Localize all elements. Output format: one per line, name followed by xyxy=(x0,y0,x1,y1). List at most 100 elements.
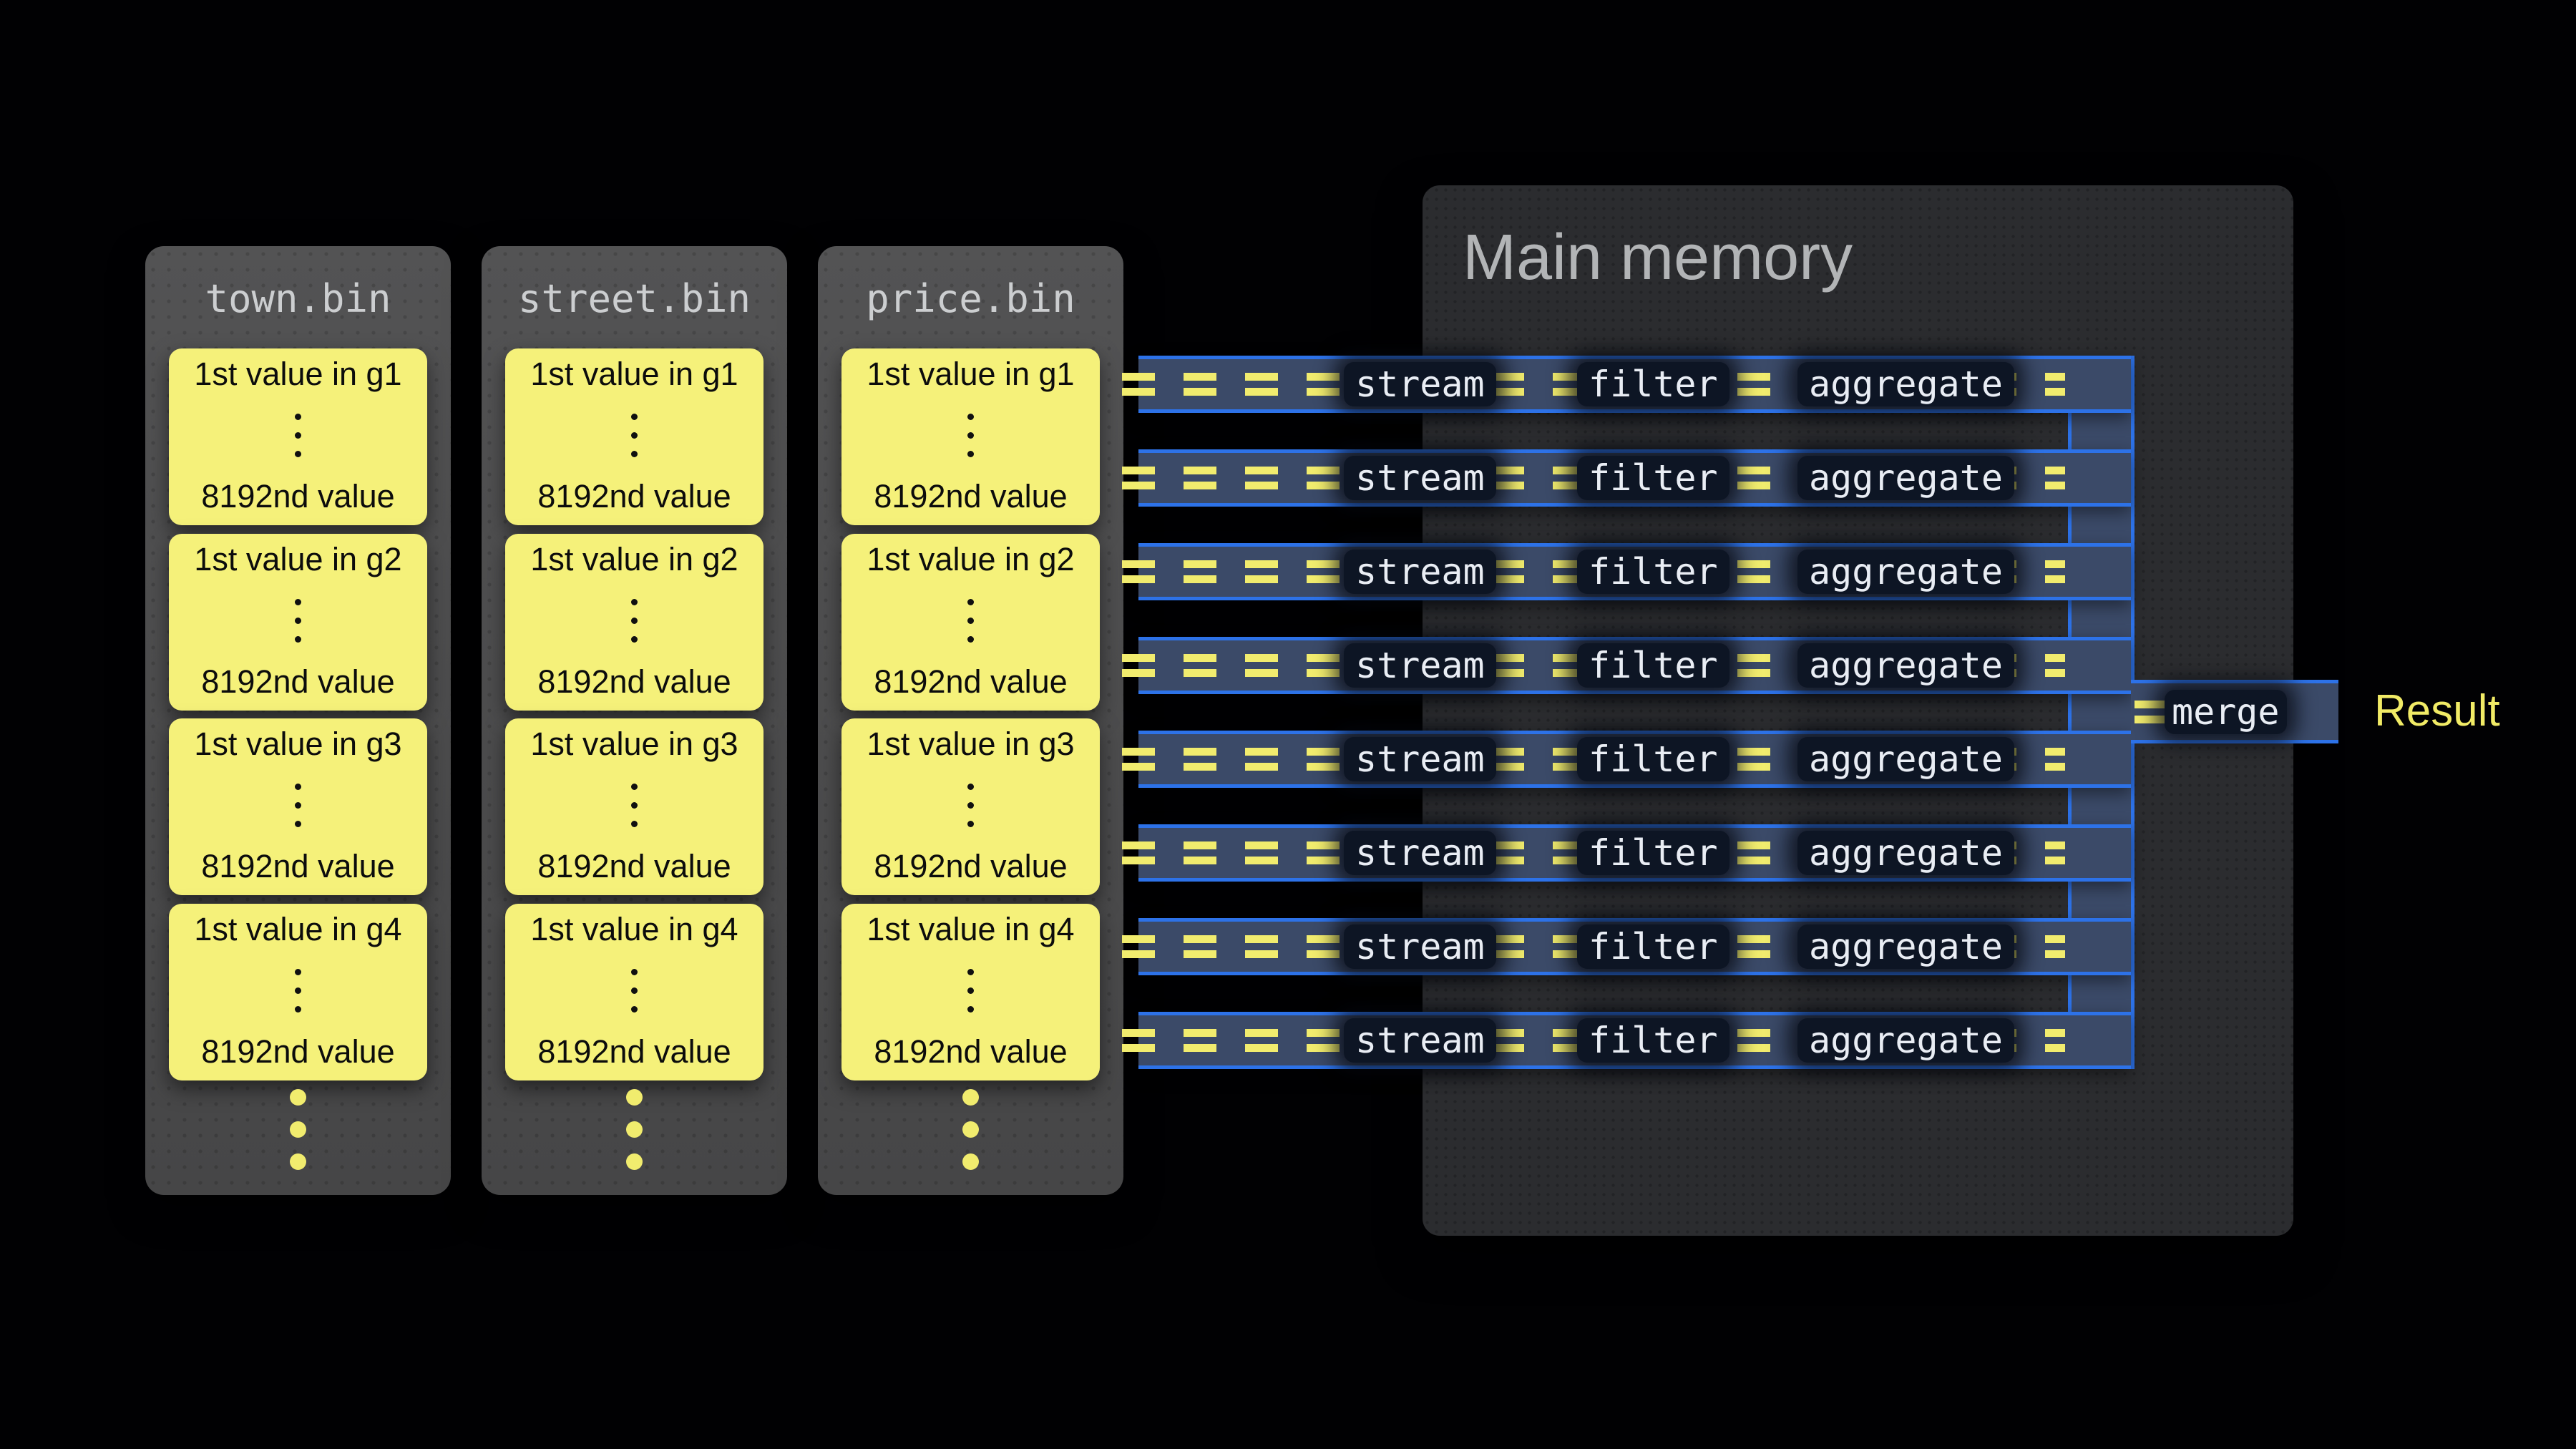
filter-chip: filter xyxy=(1577,924,1729,969)
pipeline-row: stream filter aggregate xyxy=(1138,543,2131,600)
value-block-last-label: 8192nd value xyxy=(201,848,394,885)
filter-chip: filter xyxy=(1577,456,1729,500)
value-block-ellipsis-icon xyxy=(295,599,301,643)
value-block-first-label: 1st value in g1 xyxy=(530,356,738,393)
value-block-last-label: 8192nd value xyxy=(874,663,1067,701)
filter-chip: filter xyxy=(1577,831,1729,875)
value-block-last-label: 8192nd value xyxy=(874,478,1067,515)
value-block-first-label: 1st value in g3 xyxy=(530,726,738,763)
value-block: 1st value in g4 8192nd value xyxy=(505,904,763,1080)
value-block: 1st value in g3 8192nd value xyxy=(169,718,427,895)
value-block: 1st value in g1 8192nd value xyxy=(169,348,427,525)
pipeline-row: stream filter aggregate xyxy=(1138,356,2131,413)
value-block-first-label: 1st value in g3 xyxy=(194,726,401,763)
overflow-dot-icon xyxy=(626,1153,643,1170)
filter-chip: filter xyxy=(1577,1018,1729,1063)
aggregate-chip: aggregate xyxy=(1797,737,2014,781)
column-overflow-ellipsis xyxy=(145,1089,451,1170)
value-block-first-label: 1st value in g2 xyxy=(530,541,738,578)
main-memory-title: Main memory xyxy=(1423,185,2293,293)
value-block: 1st value in g3 8192nd value xyxy=(841,718,1100,895)
aggregate-chip: aggregate xyxy=(1797,1018,2014,1063)
value-block-ellipsis-icon xyxy=(631,414,638,457)
file-column: town.bin 1st value in g1 8192nd value 1s… xyxy=(145,246,451,1195)
filter-chip: filter xyxy=(1577,643,1729,688)
overflow-dot-icon xyxy=(962,1121,979,1138)
filter-chip: filter xyxy=(1577,362,1729,406)
value-block: 1st value in g2 8192nd value xyxy=(169,534,427,711)
overflow-dot-icon xyxy=(962,1153,979,1170)
value-block: 1st value in g4 8192nd value xyxy=(169,904,427,1080)
pipeline-row: stream filter aggregate xyxy=(1138,637,2131,694)
merge-band: merge xyxy=(2131,680,2338,743)
equals-dash-icon xyxy=(2135,701,2167,723)
aggregate-chip: aggregate xyxy=(1797,831,2014,875)
value-block-ellipsis-icon xyxy=(295,784,301,827)
file-column-header: town.bin xyxy=(145,246,451,321)
pipeline-row: stream filter aggregate xyxy=(1138,824,2131,882)
pipeline-row: stream filter aggregate xyxy=(1138,731,2131,788)
aggregate-chip: aggregate xyxy=(1797,362,2014,406)
value-block-first-label: 1st value in g2 xyxy=(867,541,1074,578)
value-block-last-label: 8192nd value xyxy=(874,848,1067,885)
value-block: 1st value in g3 8192nd value xyxy=(505,718,763,895)
value-block-last-label: 8192nd value xyxy=(537,478,731,515)
value-block-ellipsis-icon xyxy=(631,969,638,1013)
value-block: 1st value in g1 8192nd value xyxy=(505,348,763,525)
column-overflow-ellipsis xyxy=(482,1089,787,1170)
stream-chip: stream xyxy=(1344,1018,1496,1063)
pipeline-row: stream filter aggregate xyxy=(1138,449,2131,507)
diagram-canvas: Main memory town.bin 1st value in g1 819… xyxy=(0,0,2576,1449)
value-block-ellipsis-icon xyxy=(967,414,974,457)
value-block-last-label: 8192nd value xyxy=(201,1033,394,1070)
file-column-header: street.bin xyxy=(482,246,787,321)
value-block-first-label: 1st value in g1 xyxy=(194,356,401,393)
value-block: 1st value in g2 8192nd value xyxy=(841,534,1100,711)
overflow-dot-icon xyxy=(290,1089,306,1106)
overflow-dot-icon xyxy=(626,1089,643,1106)
aggregate-chip: aggregate xyxy=(1797,643,2014,688)
value-block-last-label: 8192nd value xyxy=(537,848,731,885)
file-column-header: price.bin xyxy=(818,246,1123,321)
pipeline-row: stream filter aggregate xyxy=(1138,918,2131,975)
file-column: price.bin 1st value in g1 8192nd value 1… xyxy=(818,246,1123,1195)
pipeline-row: stream filter aggregate xyxy=(1138,1012,2131,1069)
value-block: 1st value in g2 8192nd value xyxy=(505,534,763,711)
merge-chip: merge xyxy=(2165,690,2287,734)
value-block-first-label: 1st value in g4 xyxy=(530,911,738,948)
value-block-first-label: 1st value in g3 xyxy=(867,726,1074,763)
aggregate-chip: aggregate xyxy=(1797,550,2014,594)
stream-chip: stream xyxy=(1344,456,1496,500)
value-block-last-label: 8192nd value xyxy=(201,663,394,701)
overflow-dot-icon xyxy=(290,1153,306,1170)
filter-chip: filter xyxy=(1577,737,1729,781)
stream-chip: stream xyxy=(1344,643,1496,688)
aggregate-chip: aggregate xyxy=(1797,456,2014,500)
value-block-ellipsis-icon xyxy=(967,599,974,643)
value-block-first-label: 1st value in g2 xyxy=(194,541,401,578)
stream-chip: stream xyxy=(1344,362,1496,406)
filter-chip: filter xyxy=(1577,550,1729,594)
file-column: street.bin 1st value in g1 8192nd value … xyxy=(482,246,787,1195)
stream-chip: stream xyxy=(1344,737,1496,781)
overflow-dot-icon xyxy=(962,1089,979,1106)
overflow-dot-icon xyxy=(626,1121,643,1138)
value-block-ellipsis-icon xyxy=(967,969,974,1013)
overflow-dot-icon xyxy=(290,1121,306,1138)
value-block-first-label: 1st value in g4 xyxy=(194,911,401,948)
value-block-last-label: 8192nd value xyxy=(201,478,394,515)
result-label: Result xyxy=(2374,689,2500,733)
value-block: 1st value in g1 8192nd value xyxy=(841,348,1100,525)
value-block-ellipsis-icon xyxy=(967,784,974,827)
value-block-first-label: 1st value in g1 xyxy=(867,356,1074,393)
stream-chip: stream xyxy=(1344,924,1496,969)
value-block-last-label: 8192nd value xyxy=(537,1033,731,1070)
value-block-last-label: 8192nd value xyxy=(537,663,731,701)
value-block-last-label: 8192nd value xyxy=(874,1033,1067,1070)
value-block-ellipsis-icon xyxy=(295,969,301,1013)
column-overflow-ellipsis xyxy=(818,1089,1123,1170)
aggregate-chip: aggregate xyxy=(1797,924,2014,969)
value-block-ellipsis-icon xyxy=(631,784,638,827)
value-block-first-label: 1st value in g4 xyxy=(867,911,1074,948)
value-block-ellipsis-icon xyxy=(631,599,638,643)
